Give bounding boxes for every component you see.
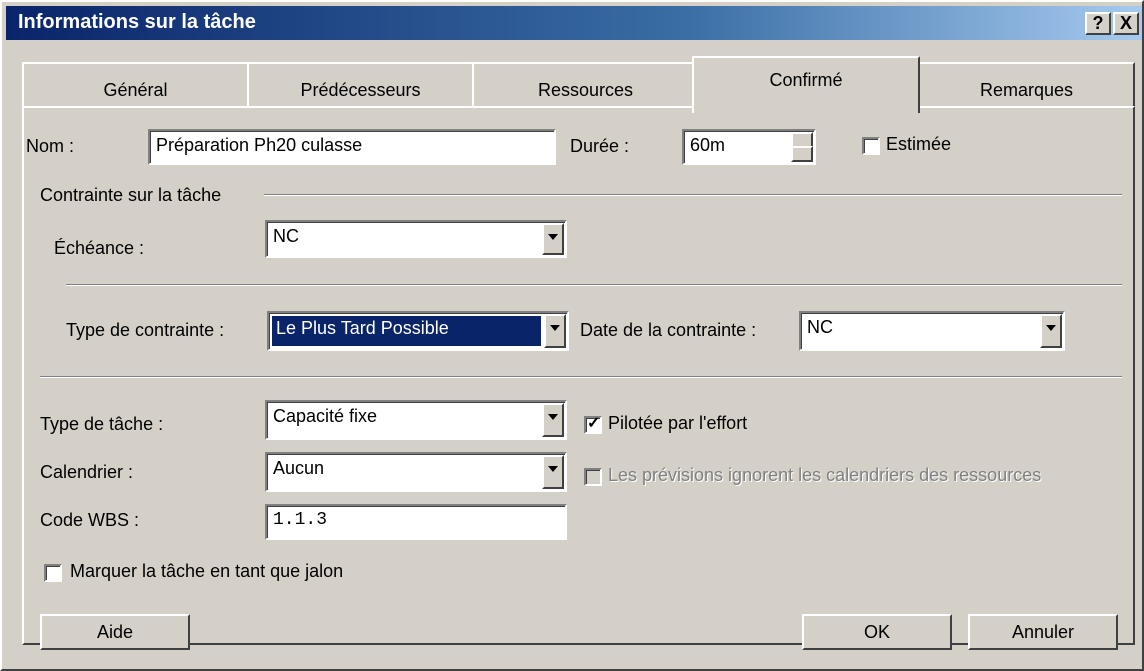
tab-confirmed[interactable]: Confirmé (692, 56, 920, 113)
constraint-group-label: Contrainte sur la tâche (40, 185, 222, 205)
constraint-date-value: NC (807, 317, 833, 337)
title-bar[interactable]: Informations sur la tâche ? X (6, 6, 1142, 40)
close-icon[interactable]: X (1113, 12, 1139, 35)
ok-button[interactable]: OK (802, 614, 952, 650)
wbs-label: Code WBS : (40, 510, 140, 530)
duration-stepper[interactable]: 60m (682, 129, 816, 165)
tab-resources[interactable]: Ressources (472, 62, 699, 106)
constraint-date-combo[interactable]: NC (799, 311, 1065, 351)
ignore-resource-calendars-checkbox[interactable] (584, 468, 602, 486)
deadline-label: Échéance : (54, 238, 145, 258)
calendar-label: Calendrier : (40, 462, 134, 482)
constraint-group-divider (264, 194, 1122, 196)
constraint-date-label: Date de la contrainte : (580, 320, 757, 340)
wbs-field[interactable]: 1.1.3 (265, 504, 567, 540)
tab-general[interactable]: Général (22, 62, 249, 106)
checkmark-icon: ✓ (587, 415, 601, 432)
task-type-value: Capacité fixe (273, 406, 378, 426)
chevron-down-icon[interactable] (544, 314, 566, 348)
calendar-value: Aucun (273, 458, 325, 478)
calendar-combo[interactable]: Aucun (265, 452, 567, 492)
constraint-type-combo[interactable]: Le Plus Tard Possible (267, 311, 569, 351)
tab-predecessors[interactable]: Prédécesseurs (247, 62, 474, 106)
divider (40, 376, 1122, 378)
deadline-combo[interactable]: NC (265, 220, 567, 258)
constraint-type-label: Type de contrainte : (66, 320, 225, 340)
constraint-type-value: Le Plus Tard Possible (271, 315, 542, 347)
name-label: Nom : (26, 136, 75, 156)
help-button[interactable]: Aide (40, 614, 190, 650)
tab-notes[interactable]: Remarques (918, 62, 1135, 106)
estimated-checkbox[interactable] (862, 137, 880, 155)
cancel-button[interactable]: Annuler (968, 614, 1118, 650)
duration-value: 60m (690, 135, 726, 155)
milestone-checkbox[interactable] (44, 564, 62, 582)
name-field[interactable]: Préparation Ph20 culasse (148, 129, 556, 165)
dialog-title: Informations sur la tâche (18, 11, 256, 33)
task-information-dialog: Informations sur la tâche ? X Général Pr… (0, 0, 1144, 671)
deadline-value: NC (273, 226, 299, 246)
task-type-label: Type de tâche : (40, 414, 164, 434)
help-icon[interactable]: ? (1085, 12, 1111, 35)
chevron-down-icon[interactable] (542, 403, 564, 437)
effort-driven-label: Pilotée par l'effort (608, 413, 748, 433)
chevron-down-icon[interactable] (542, 455, 564, 489)
milestone-label: Marquer la tâche en tant que jalon (70, 561, 344, 581)
spin-down-icon[interactable] (791, 146, 813, 162)
effort-driven-checkbox[interactable]: ✓ (584, 415, 602, 434)
divider (66, 284, 1122, 286)
task-type-combo[interactable]: Capacité fixe (265, 400, 567, 440)
chevron-down-icon[interactable] (1040, 314, 1062, 348)
estimated-label: Estimée (886, 134, 952, 154)
chevron-down-icon[interactable] (542, 223, 564, 255)
ignore-resource-calendars-label: Les prévisions ignorent les calendriers … (608, 465, 1042, 485)
duration-label: Durée : (570, 136, 630, 156)
